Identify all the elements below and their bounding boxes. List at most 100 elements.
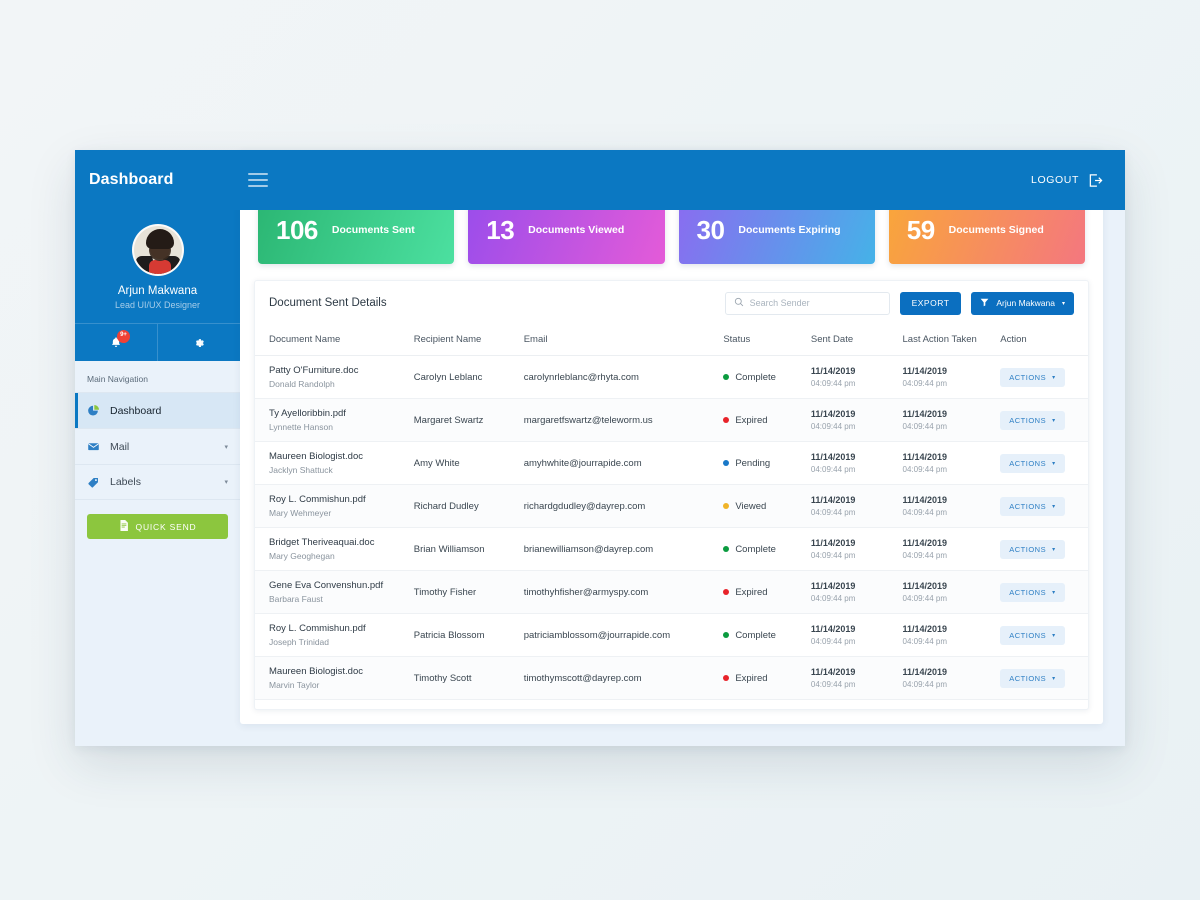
settings-button[interactable] [157,324,240,361]
sidebar-item-dashboard[interactable]: Dashboard [75,392,240,428]
stat-value: 59 [906,214,935,245]
cell-sent-date-date: 11/14/2019 [810,495,856,505]
document-sender: Mary Geoghegan [269,551,335,561]
status-label: Viewed [735,500,767,512]
status-label: Complete [735,543,776,555]
sidebar: Arjun Makwana Lead UI/UX Designer 9+ Mai… [75,210,240,746]
cell-sent-date-time: 04:09:44 pm [810,551,856,560]
cell-recipient-name: Timothy Fisher [407,570,518,614]
cell-document-name: Gene Eva Convenshun.pdf Barbara Faust [255,570,408,614]
filter-dropdown-button[interactable]: Arjun Makwana ▾ [971,291,1074,315]
table-row[interactable]: Maureen Biologist.doc Jacklyn Shattuck Amy… [255,441,1088,485]
cell-action: ACTIONS ▾ [994,398,1088,442]
notifications-button[interactable]: 9+ [75,324,157,361]
logout-button[interactable]: LOGOUT [1031,173,1125,188]
cell-status: Expired [717,656,805,700]
pie-chart-icon [87,404,101,417]
cell-sent-date-date: 11/14/2019 [810,366,856,376]
actions-button[interactable]: ACTIONS ▾ [1000,669,1065,688]
document-icon [119,520,129,533]
table-row[interactable]: Gene Eva Convenshun.pdf Barbara Faust Timo… [255,570,1088,614]
document-name: Patty O'Furniture.doc [269,365,359,376]
gear-icon [195,338,204,347]
cell-email: patriciamblossom@jourrapide.com [517,613,718,657]
export-button[interactable]: EXPORT [899,291,962,315]
document-sender: Marvin Taylor [269,680,320,690]
cell-sent-date-date: 11/14/2019 [810,452,856,462]
chevron-down-icon: ▾ [1052,676,1056,682]
search-input[interactable] [749,298,881,308]
table-row[interactable]: Patty O'Furniture.doc Donald Randolph Caro… [255,355,1088,399]
actions-label: ACTIONS [1009,631,1047,640]
chevron-down-icon: ▾ [1052,418,1056,424]
app-window: Dashboard LOGOUT Arjun Makwana Lead UI/U… [75,150,1125,746]
status-badge: Expired [723,415,799,426]
cell-sent-date: 11/14/2019 04:09:44 pm [804,398,897,442]
cell-recipient-name-text: Margaret Swartz [413,414,484,426]
cell-last-action: 11/14/2019 04:09:44 pm [896,613,995,657]
status-badge: Pending [723,458,799,469]
column-header-status: Status [717,325,805,356]
app-title: Dashboard [89,171,174,188]
cell-recipient-name-text: Brian Williamson [413,543,485,555]
actions-button[interactable]: ACTIONS ▾ [1000,368,1065,387]
status-dot-icon [723,632,730,638]
document-sender: Mary Wehmeyer [269,508,332,518]
actions-button[interactable]: ACTIONS ▾ [1000,497,1065,516]
cell-last-action-time: 04:09:44 pm [902,422,947,431]
hamburger-icon[interactable] [248,173,268,187]
cell-recipient-name: Timothy Scott [407,656,518,700]
table-row[interactable]: Bridget Theriveaquai.doc Mary Geoghegan Br… [255,527,1088,571]
document-name: Maureen Biologist.doc [269,666,363,677]
tag-icon [87,476,101,489]
quick-send-button[interactable]: QUICK SEND [87,514,228,539]
quick-send-label: QUICK SEND [135,521,197,532]
stat-label: Documents Expiring [738,224,841,236]
actions-button[interactable]: ACTIONS ▾ [1000,583,1065,602]
actions-button[interactable]: ACTIONS ▾ [1000,540,1065,559]
cell-recipient-name-text: Timothy Scott [413,672,472,684]
actions-button[interactable]: ACTIONS ▾ [1000,626,1065,645]
table-scroll[interactable]: Document Name Recipient Name Email Statu… [255,325,1088,709]
search-box[interactable] [724,291,890,315]
actions-button[interactable]: ACTIONS ▾ [1000,454,1065,473]
chevron-down-icon: ▾ [224,479,228,486]
actions-button[interactable]: ACTIONS ▾ [1000,411,1065,430]
cell-email-text: margaretfswartz@teleworm.us [523,414,653,426]
status-badge: Expired [723,673,799,684]
cell-recipient-name-text: Carolyn Leblanc [413,371,483,383]
cell-last-action: 11/14/2019 04:09:44 pm [896,656,995,700]
cell-sent-date-time: 04:09:44 pm [810,508,856,517]
logout-icon [1088,173,1103,188]
stat-value: 106 [276,214,318,245]
table-row[interactable]: Maureen Biologist.doc Marvin Taylor Timoth… [255,656,1088,700]
cell-document-name: Ty Ayelloribbin.pdf Lynnette Hanson [255,398,408,442]
chevron-down-icon: ▾ [1052,590,1056,596]
table-row[interactable]: Roy L. Commishun.pdf Mary Wehmeyer Richard… [255,484,1088,528]
top-bar: Dashboard LOGOUT [75,150,1125,210]
sidebar-item-label: Labels [110,476,141,488]
funnel-icon [980,298,989,309]
cell-status: Complete [717,527,805,571]
stat-label: Documents Signed [948,224,1044,236]
sidebar-item-labels[interactable]: Labels ▾ [75,464,240,500]
sidebar-item-mail[interactable]: Mail ▾ [75,428,240,464]
cell-last-action-date: 11/14/2019 [902,452,948,462]
status-dot-icon [723,675,730,681]
table-row[interactable]: Ty Ayelloribbin.pdf Lynnette Hanson Margar… [255,398,1088,442]
status-label: Complete [735,629,776,641]
cell-status: Complete [717,613,805,657]
envelope-icon [87,440,101,453]
cell-sent-date-date: 11/14/2019 [810,409,856,419]
content-area: Team Member Dashboard 106Documents Sent1… [240,150,1125,746]
status-label: Pending [735,457,771,469]
cell-sent-date-time: 04:09:44 pm [810,594,856,603]
table-row[interactable]: Roy L. Commishun.pdf Joseph Trinidad Patri… [255,613,1088,657]
cell-email: amyhwhite@jourrapide.com [517,441,718,485]
document-name: Roy L. Commishun.pdf [269,494,366,505]
nav-section-title: Main Navigation [87,374,148,384]
cell-document-name: Maureen Biologist.doc Jacklyn Shattuck [255,441,408,485]
cell-sent-date-time: 04:09:44 pm [810,465,856,474]
status-dot-icon [723,546,730,552]
document-name: Gene Eva Convenshun.pdf [269,580,384,591]
